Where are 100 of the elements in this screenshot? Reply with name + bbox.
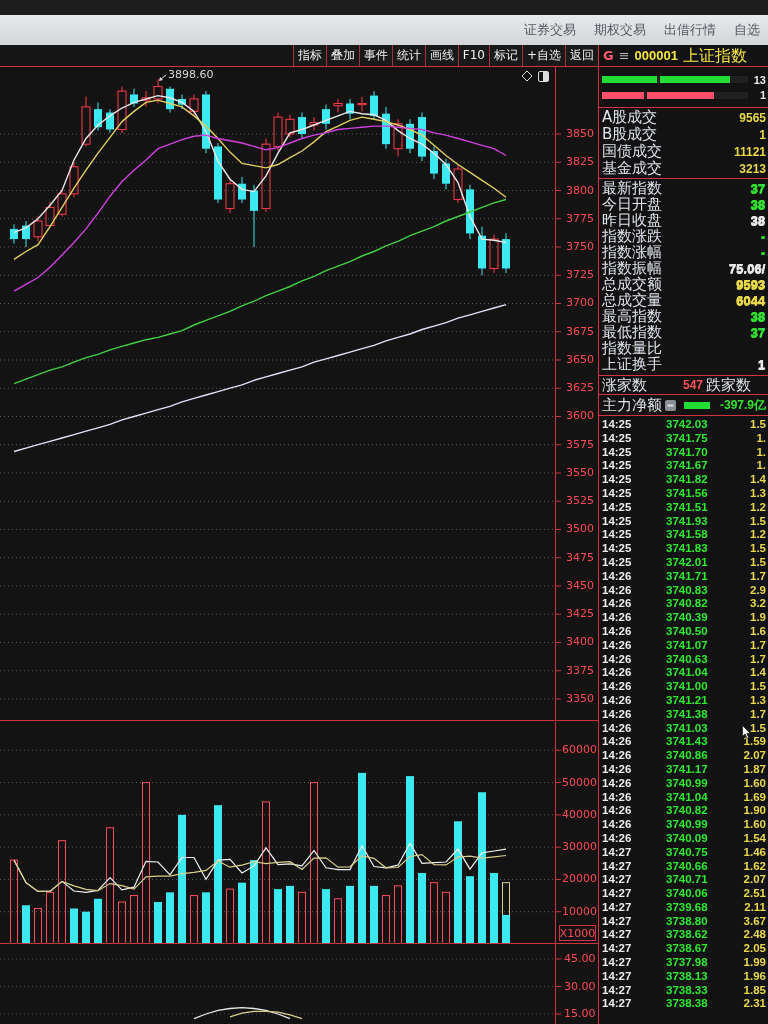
stat-label: 最新指数 [602, 180, 662, 196]
volume-bar [70, 908, 78, 944]
tick-volume: 2.51 [743, 887, 766, 901]
stat-label: 主力净额 [602, 397, 662, 413]
volume-bar [202, 892, 210, 944]
turnover-value: 11121 [733, 144, 766, 159]
toolbar-button[interactable]: F10 [457, 45, 489, 66]
volume-bar [22, 905, 30, 944]
tick-volume: 1.4 [750, 666, 766, 681]
falling-candle [502, 232, 510, 274]
toggle-icon[interactable] [665, 399, 676, 411]
volume-bar [298, 891, 306, 944]
axis-label: 3800 [566, 183, 594, 197]
axis-label: 50000 [562, 775, 597, 789]
toolbar-button[interactable]: 标记 [488, 45, 522, 66]
market-prefix: G [603, 48, 614, 63]
tick-volume: 2.11 [744, 900, 766, 915]
tick-time: 14:27 [602, 900, 633, 915]
rising-candle [309, 116, 319, 132]
tick-time: 14:26 [602, 804, 633, 819]
volume-bar [190, 895, 198, 944]
axis-label: 3425 [566, 607, 594, 621]
tick-price: 3740.82 [666, 597, 708, 612]
tick-time: 14:27 [602, 997, 633, 1012]
falling-candle [478, 226, 486, 276]
tick-volume: 1. [756, 445, 766, 460]
toolbar-button[interactable]: 事件 [358, 45, 392, 66]
tick-volume: 1.5 [750, 418, 766, 432]
tick-price: 3740.09 [666, 831, 708, 846]
axis-label: 3500 [566, 522, 594, 536]
volume-bar [166, 892, 174, 944]
tick-price: 3741.82 [666, 473, 708, 487]
tick-volume: 1.69 [743, 790, 766, 805]
window-icon[interactable] [538, 71, 549, 82]
volume-bar [226, 888, 234, 944]
tick-price: 3741.51 [666, 500, 708, 515]
tick-time: 14:25 [602, 473, 633, 487]
stat-label: 涨家数 [602, 377, 647, 393]
tick-volume: 1.59 [743, 735, 766, 750]
tick-time: 14:27 [602, 845, 633, 860]
tick-price: 3738.67 [666, 942, 708, 957]
toolbar-button[interactable]: 统计 [391, 45, 425, 66]
rising-candle [153, 78, 163, 104]
tick-price: 3740.39 [666, 611, 708, 625]
stat-label: 最高指数 [602, 308, 662, 324]
menu-link[interactable]: 证券交易 [524, 21, 576, 39]
tick-time: 14:26 [602, 776, 633, 791]
volume-bar [418, 872, 426, 944]
meter-reading: 1 [758, 89, 766, 102]
tick-price: 3742.01 [666, 555, 708, 570]
menu-link[interactable]: 自选 [734, 21, 760, 39]
tick-price: 3740.71 [666, 873, 708, 888]
falling-candle [382, 106, 390, 150]
stat-value: 38 [749, 212, 766, 228]
tick-price: 3740.06 [666, 887, 708, 901]
tick-volume: 1.6 [750, 624, 766, 639]
turnover-label: B股成交 [602, 126, 658, 143]
volume-bar [370, 885, 378, 944]
tick-time: 14:25 [602, 445, 633, 460]
tick-volume: 2.07 [743, 873, 766, 888]
tick-price: 3741.56 [666, 487, 708, 501]
tick-price: 3741.43 [666, 735, 708, 750]
stat-value: 1 [756, 356, 766, 372]
axis-label: 3675 [566, 324, 594, 338]
toolbar-button[interactable]: 叠加 [325, 45, 359, 66]
menu-link[interactable]: 出借行情 [664, 21, 716, 39]
tick-price: 3740.63 [666, 652, 708, 667]
axis-label: 20000 [562, 872, 597, 886]
tick-volume: 3.2 [750, 597, 766, 612]
tick-volume: 1.60 [743, 776, 766, 791]
toolbar-button[interactable]: +自选 [521, 45, 565, 66]
volume-bar [82, 911, 90, 944]
volume-bar [34, 908, 42, 944]
toolbar-button[interactable]: 返回 [565, 45, 598, 66]
falling-candle [406, 118, 414, 154]
tick-volume: 1.2 [750, 528, 766, 543]
menu-button[interactable]: ≡ [618, 47, 630, 64]
tick-volume: 1.2 [750, 500, 766, 515]
tick-time: 14:26 [602, 638, 633, 653]
tick-volume: 1.60 [743, 818, 766, 832]
volume-bar [466, 876, 474, 944]
tick-price: 3739.68 [666, 900, 708, 915]
tick-price: 3740.99 [666, 776, 708, 791]
mouse-pointer-icon [742, 725, 751, 739]
toolbar-button[interactable]: 指标 [292, 45, 326, 66]
axis-label: 3750 [566, 240, 594, 253]
rising-candle [45, 201, 55, 228]
tick-price: 3740.50 [666, 624, 708, 639]
axis-label: 30.00 [564, 979, 596, 993]
diamond-icon[interactable] [521, 70, 533, 82]
rising-candle [69, 161, 79, 198]
toolbar-button[interactable]: 画线 [424, 45, 458, 66]
rising-candle [57, 188, 67, 217]
axis-label: 3700 [566, 296, 594, 310]
rising-candle [273, 112, 283, 152]
menu-link[interactable]: 期权交易 [594, 21, 646, 39]
tick-price: 3741.03 [666, 721, 708, 736]
security-name: 上证指数 [682, 45, 747, 66]
axis-label: 10000 [562, 904, 597, 918]
tick-price: 3741.70 [666, 445, 708, 460]
